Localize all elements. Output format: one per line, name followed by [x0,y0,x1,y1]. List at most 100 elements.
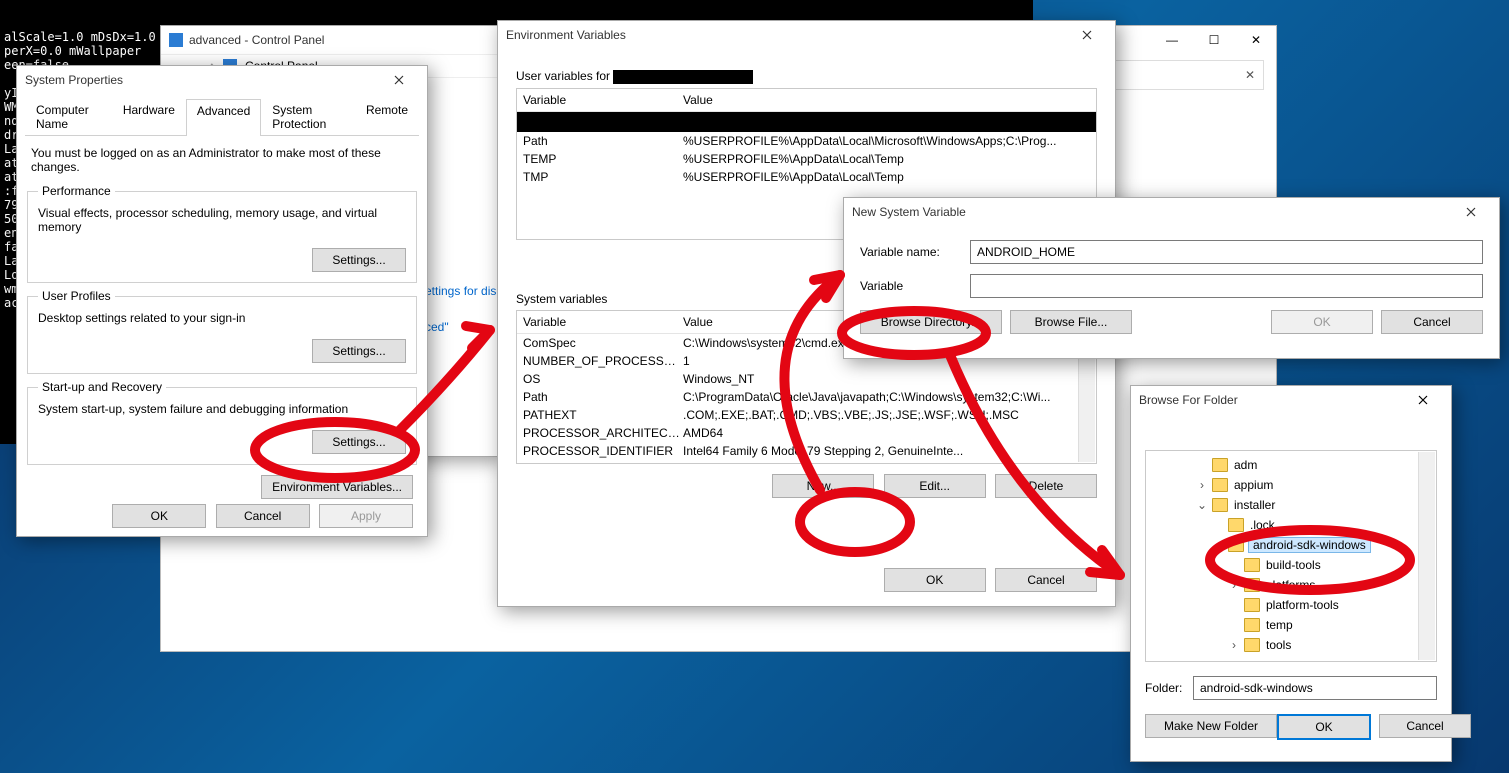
chevron-right-icon[interactable]: › [1228,638,1240,652]
folder-label: Folder: [1145,681,1193,695]
scrollbar[interactable] [1418,452,1435,660]
tab-computer-name[interactable]: Computer Name [25,98,112,135]
user-profiles-group: User Profiles Desktop settings related t… [27,289,417,374]
table-row[interactable]: TEMP%USERPROFILE%\AppData\Local\Temp [517,150,1096,168]
window-title: advanced - Control Panel [189,33,324,47]
maximize-button[interactable]: ☐ [1194,26,1234,54]
cancel-button[interactable]: Cancel [1379,714,1471,738]
tab-advanced[interactable]: Advanced [186,99,261,136]
tree-node[interactable]: platform-tools [1148,595,1434,615]
close-button[interactable] [1451,198,1491,226]
tree-label[interactable]: tools [1264,638,1291,652]
close-button[interactable] [1067,21,1107,49]
make-new-folder-button[interactable]: Make New Folder [1145,714,1277,738]
tree-label[interactable]: platform-tools [1264,598,1339,612]
tab-remote[interactable]: Remote [355,98,419,135]
variable-name-label: Variable name: [860,245,970,259]
table-row[interactable]: PATHEXT.COM;.EXE;.BAT;.CMD;.VBS;.VBE;.JS… [517,406,1096,424]
table-row[interactable]: PROCESSOR_ARCHITECTUREAMD64 [517,424,1096,442]
tree-label[interactable]: .lock [1248,518,1275,532]
tree-label[interactable]: android-sdk-windows [1248,537,1371,553]
app-icon [169,33,183,47]
folder-icon [1244,598,1260,612]
tree-label[interactable]: build-tools [1264,558,1321,572]
titlebar[interactable]: Environment Variables [498,21,1115,49]
folder-tree[interactable]: adm › appium ⌄ installer .lock ⌄ android-sdk-wi… [1145,450,1437,662]
chevron-down-icon[interactable]: ⌄ [1212,538,1224,552]
browse-file-button[interactable]: Browse File... [1010,310,1132,334]
system-edit-button[interactable]: Edit... [884,474,986,498]
tab-hardware[interactable]: Hardware [112,98,186,135]
window-title: System Properties [25,73,123,87]
tree-label[interactable]: appium [1232,478,1273,492]
close-button[interactable]: ✕ [1236,26,1276,54]
titlebar[interactable]: New System Variable [844,198,1499,226]
close-button[interactable] [1403,386,1443,414]
chevron-right-icon[interactable]: › [1196,478,1208,492]
apply-button: Apply [319,504,413,528]
col-value[interactable]: Value [683,93,1090,107]
tree-node[interactable]: .lock [1148,515,1434,535]
variable-name-input[interactable] [970,240,1483,264]
link-fragment-1[interactable]: ettings for dis [425,284,496,298]
browse-for-folder-dialog: Browse For Folder adm › appium ⌄ installer .l… [1130,385,1452,762]
ok-button[interactable]: OK [112,504,206,528]
table-row[interactable]: TMP%USERPROFILE%\AppData\Local\Temp [517,168,1096,186]
titlebar[interactable]: System Properties [17,66,427,94]
tree-node[interactable]: ⌄ android-sdk-windows [1148,535,1434,555]
tree-node[interactable]: › tools [1148,635,1434,655]
cancel-button[interactable]: Cancel [1381,310,1483,334]
redacted-row[interactable] [517,112,1096,132]
startup-settings-button[interactable]: Settings... [312,430,406,454]
minimize-button[interactable]: — [1152,26,1192,54]
close-icon[interactable]: ✕ [1245,68,1255,82]
folder-icon [1212,498,1228,512]
browse-directory-button[interactable]: Browse Directory... [860,310,1002,334]
tree-node[interactable]: build-tools [1148,555,1434,575]
environment-variables-button[interactable]: Environment Variables... [261,475,413,499]
titlebar[interactable]: advanced - Control Panel [161,26,499,54]
titlebar[interactable]: Browse For Folder [1131,386,1451,414]
close-button[interactable] [379,66,419,94]
tree-label[interactable]: temp [1264,618,1293,632]
tree-node[interactable]: › platforms [1148,575,1434,595]
tree-node[interactable]: temp [1148,615,1434,635]
tab-strip: Computer NameHardwareAdvancedSystem Prot… [25,98,419,136]
variable-value-input[interactable] [970,274,1483,298]
ok-button[interactable]: OK [1277,714,1371,740]
user-vars-label: User variables for [516,69,610,83]
table-row[interactable]: PROCESSOR_IDENTIFIERIntel64 Family 6 Mod… [517,442,1096,460]
window-title: New System Variable [852,205,966,219]
folder-input[interactable] [1193,676,1437,700]
tree-node[interactable]: › appium [1148,475,1434,495]
col-variable[interactable]: Variable [523,93,683,107]
col-variable[interactable]: Variable [523,315,683,329]
system-new-button[interactable]: New... [772,474,874,498]
tree-label[interactable]: adm [1232,458,1257,472]
variable-value-label: Variable [860,279,970,293]
startup-recovery-group: Start-up and Recovery System start-up, s… [27,380,417,465]
user-profiles-settings-button[interactable]: Settings... [312,339,406,363]
folder-icon [1212,478,1228,492]
chevron-right-icon[interactable]: › [1228,578,1240,592]
ok-button: OK [1271,310,1373,334]
tree-label[interactable]: installer [1232,498,1275,512]
folder-icon [1228,518,1244,532]
chevron-down-icon[interactable]: ⌄ [1196,498,1208,512]
tree-node[interactable]: adm [1148,455,1434,475]
table-row[interactable]: PathC:\ProgramData\Oracle\Java\javapath;… [517,388,1096,406]
tab-system-protection[interactable]: System Protection [261,98,355,135]
table-row[interactable]: Path%USERPROFILE%\AppData\Local\Microsof… [517,132,1096,150]
window-title: Environment Variables [506,28,626,42]
tree-node[interactable]: ⌄ installer [1148,495,1434,515]
tree-label[interactable]: platforms [1264,578,1315,592]
folder-icon [1212,458,1228,472]
performance-settings-button[interactable]: Settings... [312,248,406,272]
cancel-button[interactable]: Cancel [216,504,310,528]
link-fragment-2[interactable]: ced" [425,320,449,334]
cancel-button[interactable]: Cancel [995,568,1097,592]
table-row[interactable]: OSWindows_NT [517,370,1096,388]
ok-button[interactable]: OK [884,568,986,592]
system-delete-button[interactable]: Delete [995,474,1097,498]
folder-icon [1244,578,1260,592]
